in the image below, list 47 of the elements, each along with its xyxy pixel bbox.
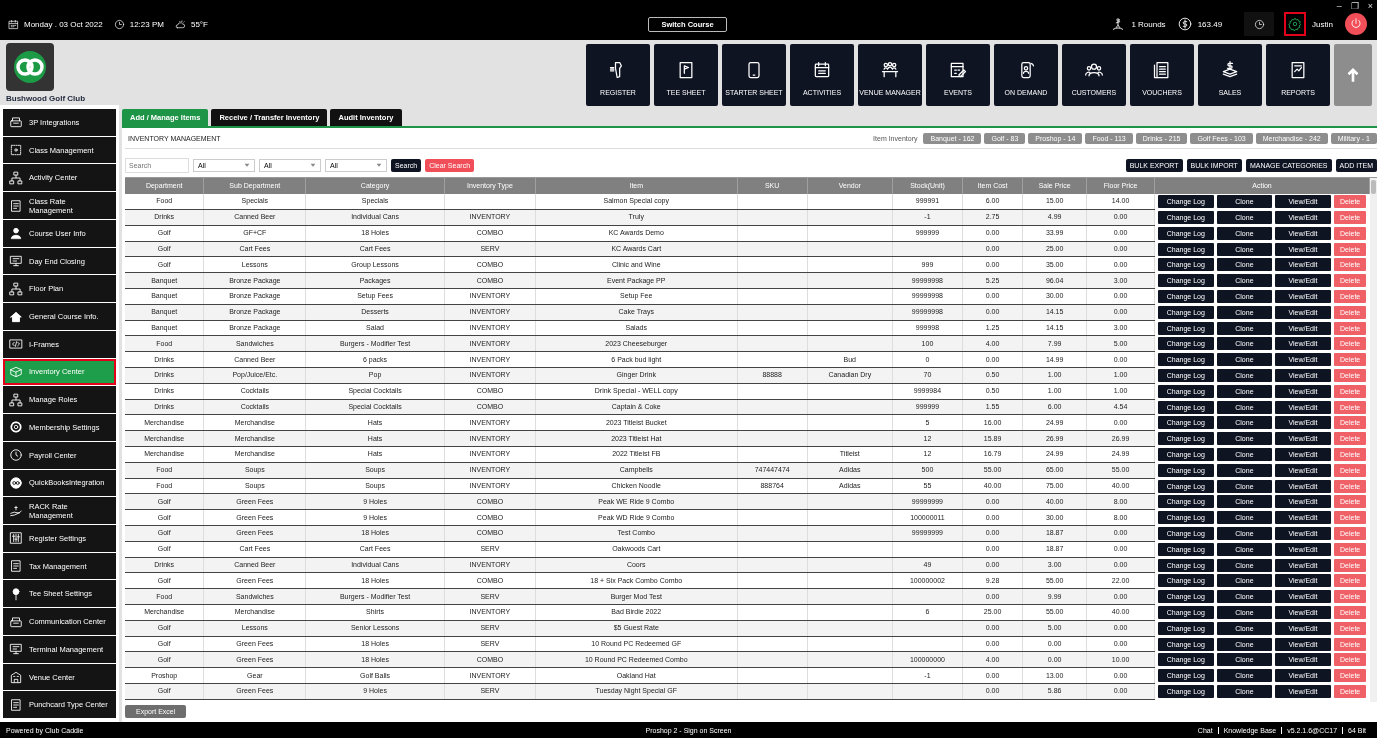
box-icon [9,364,23,379]
club-name: Bushwood Golf Club [6,94,86,103]
clock-icon [9,448,23,463]
golfer-icon [1111,17,1126,31]
cloud-sun-icon [174,18,186,30]
dotted-square-icon [9,143,23,158]
settings-icon [1288,17,1303,31]
club-logo [6,43,54,91]
document-icon [9,198,23,213]
sliders-icon [9,531,23,546]
power-button[interactable] [1345,13,1367,35]
document-icon [9,697,23,712]
code-icon [9,337,23,352]
window-control[interactable]: ❐ [1348,1,1361,11]
monitor-icon [9,254,23,269]
money-stack-icon [1220,60,1240,80]
date-label: Monday . 03 Oct 2022 [24,19,103,29]
people-table-icon [880,60,900,80]
org-chart-icon [9,170,23,185]
clock-icon [1253,18,1265,30]
user-name: Justin [1312,19,1333,29]
caret-icon [376,162,382,168]
settings-button[interactable] [1284,12,1307,36]
time-label: 12:23 PM [129,19,164,29]
rounds-count: 1 Rounds [1131,19,1166,29]
org-chart-icon [9,392,23,407]
house-icon [9,309,23,324]
org-chart-icon [9,281,23,296]
caret-icon [244,162,250,168]
monitor-icon [9,642,23,657]
calendar-icon [812,60,832,80]
person-icon [9,226,23,241]
window-control[interactable]: × [1365,1,1375,11]
document-icon [9,559,23,574]
clock-icon [113,18,125,30]
history-button[interactable] [1244,12,1275,36]
power-icon [1349,17,1363,31]
pin-icon [9,586,23,601]
building-icon [9,670,23,685]
scrollbar[interactable] [1370,178,1377,702]
weather-label: 55°F [190,19,208,29]
window-control[interactable]: – [1334,1,1344,11]
balance-amount: 163.49 [1197,19,1223,29]
dollar-icon [1177,17,1192,31]
caret-icon [310,162,316,168]
calendar-pen-icon [948,60,968,80]
calendar-icon [8,18,19,30]
